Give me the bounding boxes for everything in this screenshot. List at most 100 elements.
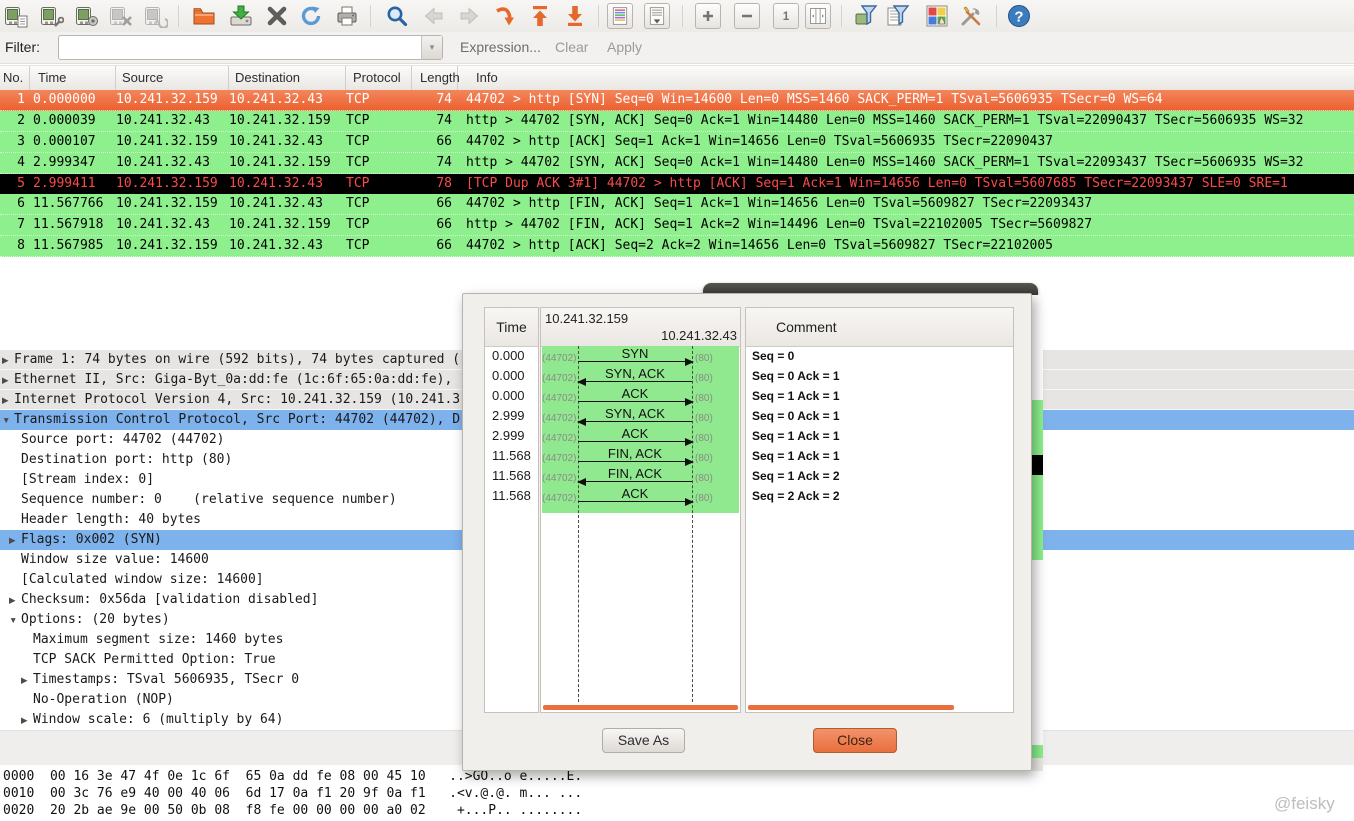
expand-icon[interactable]: ▶ [2,370,9,390]
zoom-100-icon[interactable]: 1 [773,3,799,29]
start-capture-icon[interactable] [74,3,100,29]
packet-row[interactable]: 20.00003910.241.32.4310.241.32.159TCP74h… [0,111,1354,132]
close-button[interactable]: Close [813,728,897,753]
list-interfaces-icon[interactable] [3,3,29,29]
restart-capture-icon[interactable] [143,3,169,29]
clear-button[interactable]: Clear [555,39,588,55]
flow-comment[interactable]: Seq = 0 Ack = 1 [746,366,1013,386]
flow-arrow-row[interactable]: (44702)ACK(80) [541,426,740,446]
destination-port-label: (80) [695,413,713,424]
column-header-time[interactable]: Time [30,66,116,91]
print-icon[interactable] [334,3,360,29]
flow-comment[interactable]: Seq = 1 Ack = 1 [746,446,1013,466]
flow-arrow-line [578,401,692,402]
source-port-label: (44702) [542,353,575,364]
packet-cell: 66 [412,194,458,214]
tcp-flags-label: SYN, ACK [578,406,692,421]
coloring-rules-icon[interactable] [924,3,950,29]
flow-comment[interactable]: Seq = 2 Ack = 2 [746,486,1013,506]
save-as-button[interactable]: Save As [602,728,685,753]
go-back-icon[interactable] [421,3,447,29]
open-file-icon[interactable] [191,3,217,29]
resize-columns-icon[interactable] [805,3,831,29]
auto-scroll-icon[interactable] [644,3,670,29]
flow-time-value[interactable]: 11.568 [485,486,538,506]
preferences-icon[interactable] [958,3,984,29]
expand-icon[interactable]: ▶ [21,710,28,730]
flow-time-value[interactable]: 0.000 [485,366,538,386]
capture-filters-icon[interactable] [853,3,879,29]
apply-button[interactable]: Apply [607,39,642,55]
packet-row[interactable]: 52.99941110.241.32.15910.241.32.43TCP78[… [0,174,1354,194]
hex-dump-pane[interactable]: 0000 00 16 3e 47 4f 0e 1c 6f 65 0a dd fe… [0,765,1354,821]
expand-icon[interactable]: ▶ [21,670,28,690]
svg-text:?: ? [1014,9,1023,26]
flow-time-value[interactable]: 0.000 [485,386,538,406]
flow-arrow-row[interactable]: (44702)SYN(80) [541,346,740,366]
find-packet-icon[interactable] [384,3,410,29]
column-header-length[interactable]: Length [412,66,458,91]
flow-time-value[interactable]: 0.000 [485,346,538,366]
expand-icon[interactable]: ▶ [2,390,9,410]
capture-options-icon[interactable] [39,3,65,29]
zoom-out-icon[interactable] [734,3,760,29]
packet-row[interactable]: 611.56776610.241.32.15910.241.32.43TCP66… [0,194,1354,215]
packet-cell: 10.241.32.43 [116,111,229,131]
source-port-label: (44702) [542,473,575,484]
go-first-packet-icon[interactable] [527,3,553,29]
colorize-icon[interactable] [607,3,633,29]
filter-input[interactable]: ▾ [58,35,443,60]
packet-row[interactable]: 30.00010710.241.32.15910.241.32.43TCP664… [0,132,1354,153]
packet-cell: 5 [0,174,30,194]
source-port-label: (44702) [542,493,575,504]
go-forward-icon[interactable] [456,3,482,29]
flow-comment[interactable]: Seq = 1 Ack = 1 [746,426,1013,446]
column-header-protocol[interactable]: Protocol [346,66,412,91]
column-header-destination[interactable]: Destination [229,66,346,91]
flow-arrow-row[interactable]: (44702)FIN, ACK(80) [541,446,740,466]
expand-icon[interactable]: ▶ [9,590,16,610]
flow-time-value[interactable]: 11.568 [485,446,538,466]
flow-arrow-row[interactable]: (44702)ACK(80) [541,486,740,506]
flow-time-value[interactable]: 2.999 [485,426,538,446]
flow-comment[interactable]: Seq = 1 Ack = 1 [746,386,1013,406]
filter-dropdown-icon[interactable]: ▾ [421,36,442,59]
flow-time-value[interactable]: 2.999 [485,406,538,426]
source-port-label: (44702) [542,393,575,404]
packet-row[interactable]: 711.56791810.241.32.4310.241.32.159TCP66… [0,215,1354,236]
reload-icon[interactable] [298,3,324,29]
column-header-no[interactable]: No. [0,66,30,91]
packet-cell: TCP [346,236,412,256]
column-header-source[interactable]: Source [116,66,229,91]
flow-arrow-row[interactable]: (44702)ACK(80) [541,386,740,406]
flow-comment[interactable]: Seq = 0 Ack = 1 [746,406,1013,426]
flow-horizontal-scrollbar[interactable] [543,705,738,710]
flow-arrow-row[interactable]: (44702)FIN, ACK(80) [541,466,740,486]
save-file-icon[interactable] [228,3,254,29]
flow-comment[interactable]: Seq = 1 Ack = 2 [746,466,1013,486]
collapse-icon[interactable]: ▼ [2,410,10,430]
flow-comment[interactable]: Seq = 0 [746,346,1013,366]
destination-port-label: (80) [695,473,713,484]
expression-button[interactable]: Expression... [460,39,541,55]
expand-icon[interactable]: ▶ [2,350,9,370]
flow-time-value[interactable]: 11.568 [485,466,538,486]
display-filters-icon[interactable] [885,3,911,29]
close-file-icon[interactable] [264,3,290,29]
expand-icon[interactable]: ▶ [9,530,16,550]
help-icon[interactable]: ? [1006,3,1032,29]
comment-horizontal-scrollbar[interactable] [748,705,954,710]
go-to-packet-icon[interactable] [492,3,518,29]
stop-capture-icon[interactable] [108,3,134,29]
go-last-packet-icon[interactable] [562,3,588,29]
column-header-info[interactable]: Info [458,66,1354,91]
flow-arrow-row[interactable]: (44702)SYN, ACK(80) [541,406,740,426]
packet-row[interactable]: 10.00000010.241.32.15910.241.32.43TCP744… [0,90,1354,111]
time-column-header: Time [485,308,538,347]
zoom-in-icon[interactable] [695,3,721,29]
packet-cell: 11.567918 [30,215,116,235]
flow-arrow-row[interactable]: (44702)SYN, ACK(80) [541,366,740,386]
collapse-icon[interactable]: ▼ [9,610,17,630]
packet-row[interactable]: 42.99934710.241.32.4310.241.32.159TCP74h… [0,153,1354,174]
packet-row[interactable]: 811.56798510.241.32.15910.241.32.43TCP66… [0,236,1354,257]
